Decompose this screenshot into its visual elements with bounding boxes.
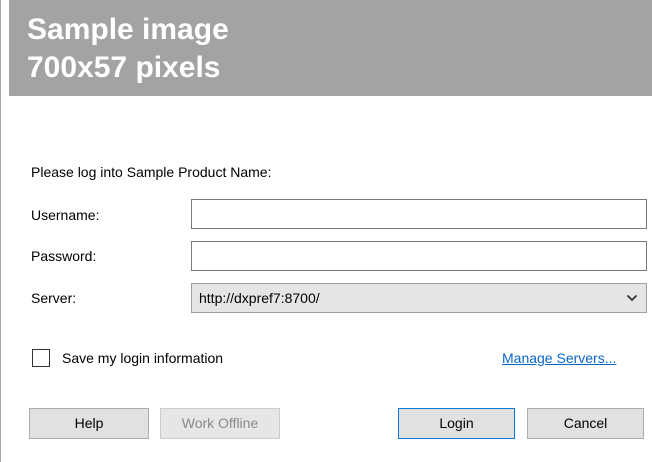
chevron-down-icon [626,294,638,302]
window-border [0,0,1,462]
banner-title-line2: 700x57 pixels [27,51,221,84]
server-select-value: http://dxpref7:8700/ [199,290,320,306]
login-dialog: Sample image 700x57 pixels Please log in… [0,0,652,462]
username-input[interactable] [191,199,647,229]
username-label: Username: [31,207,100,223]
banner-title-line1: Sample image [27,13,229,46]
server-select[interactable]: http://dxpref7:8700/ [191,283,647,313]
manage-servers-link[interactable]: Manage Servers... [502,350,616,366]
login-button[interactable]: Login [398,408,515,439]
work-offline-button[interactable]: Work Offline [160,408,280,439]
banner-image: Sample image 700x57 pixels [9,0,652,96]
password-input[interactable] [191,241,647,271]
password-label: Password: [31,248,97,264]
save-login-checkbox[interactable] [32,349,50,367]
login-prompt: Please log into Sample Product Name: [31,164,272,180]
save-login-label[interactable]: Save my login information [62,350,223,366]
cancel-button[interactable]: Cancel [527,408,644,439]
help-button[interactable]: Help [29,408,149,439]
server-label: Server: [31,290,77,306]
